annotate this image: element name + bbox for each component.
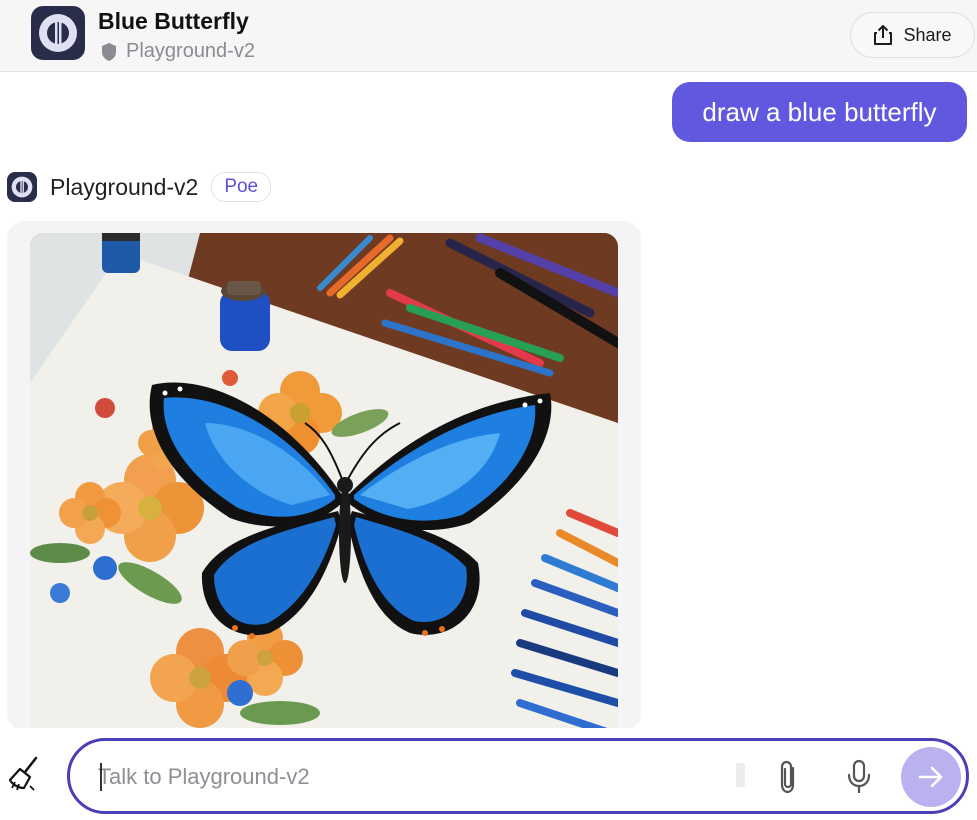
generated-image[interactable] (30, 233, 618, 731)
paperclip-icon (780, 760, 795, 794)
bot-avatar[interactable] (31, 6, 85, 60)
microphone-icon (847, 759, 871, 793)
text-caret (100, 763, 102, 791)
butterfly-illustration (30, 233, 618, 731)
bot-avatar-small[interactable] (7, 172, 37, 202)
header-bot-link[interactable]: Playground-v2 (100, 40, 255, 63)
arrow-right-icon (918, 766, 943, 788)
clear-context-button[interactable] (6, 754, 46, 794)
user-message[interactable]: draw a blue butterfly (672, 82, 967, 142)
share-button[interactable]: Share (850, 12, 975, 58)
broom-icon (8, 756, 38, 791)
message-input[interactable] (98, 759, 718, 795)
bot-name[interactable]: Playground-v2 (50, 174, 198, 201)
composer-area (0, 728, 977, 820)
bot-message (7, 221, 641, 731)
composer-grip (736, 763, 745, 787)
voice-input-button[interactable] (844, 758, 874, 796)
poe-badge: Poe (211, 172, 272, 202)
user-message-text: draw a blue butterfly (702, 96, 937, 127)
share-label: Share (903, 24, 952, 45)
attach-button[interactable] (773, 758, 803, 796)
message-composer (67, 738, 969, 814)
share-icon (874, 25, 893, 45)
shield-icon (102, 42, 116, 61)
send-button[interactable] (901, 747, 961, 807)
chat-title: Blue Butterfly (98, 8, 249, 34)
bot-message-header: Playground-v2 Poe (7, 172, 272, 202)
playground-logo-icon (39, 14, 77, 52)
header-bot-name: Playground-v2 (126, 40, 255, 62)
chat-header: Blue Butterfly Playground-v2 Share (0, 0, 977, 72)
playground-logo-icon (11, 176, 33, 198)
